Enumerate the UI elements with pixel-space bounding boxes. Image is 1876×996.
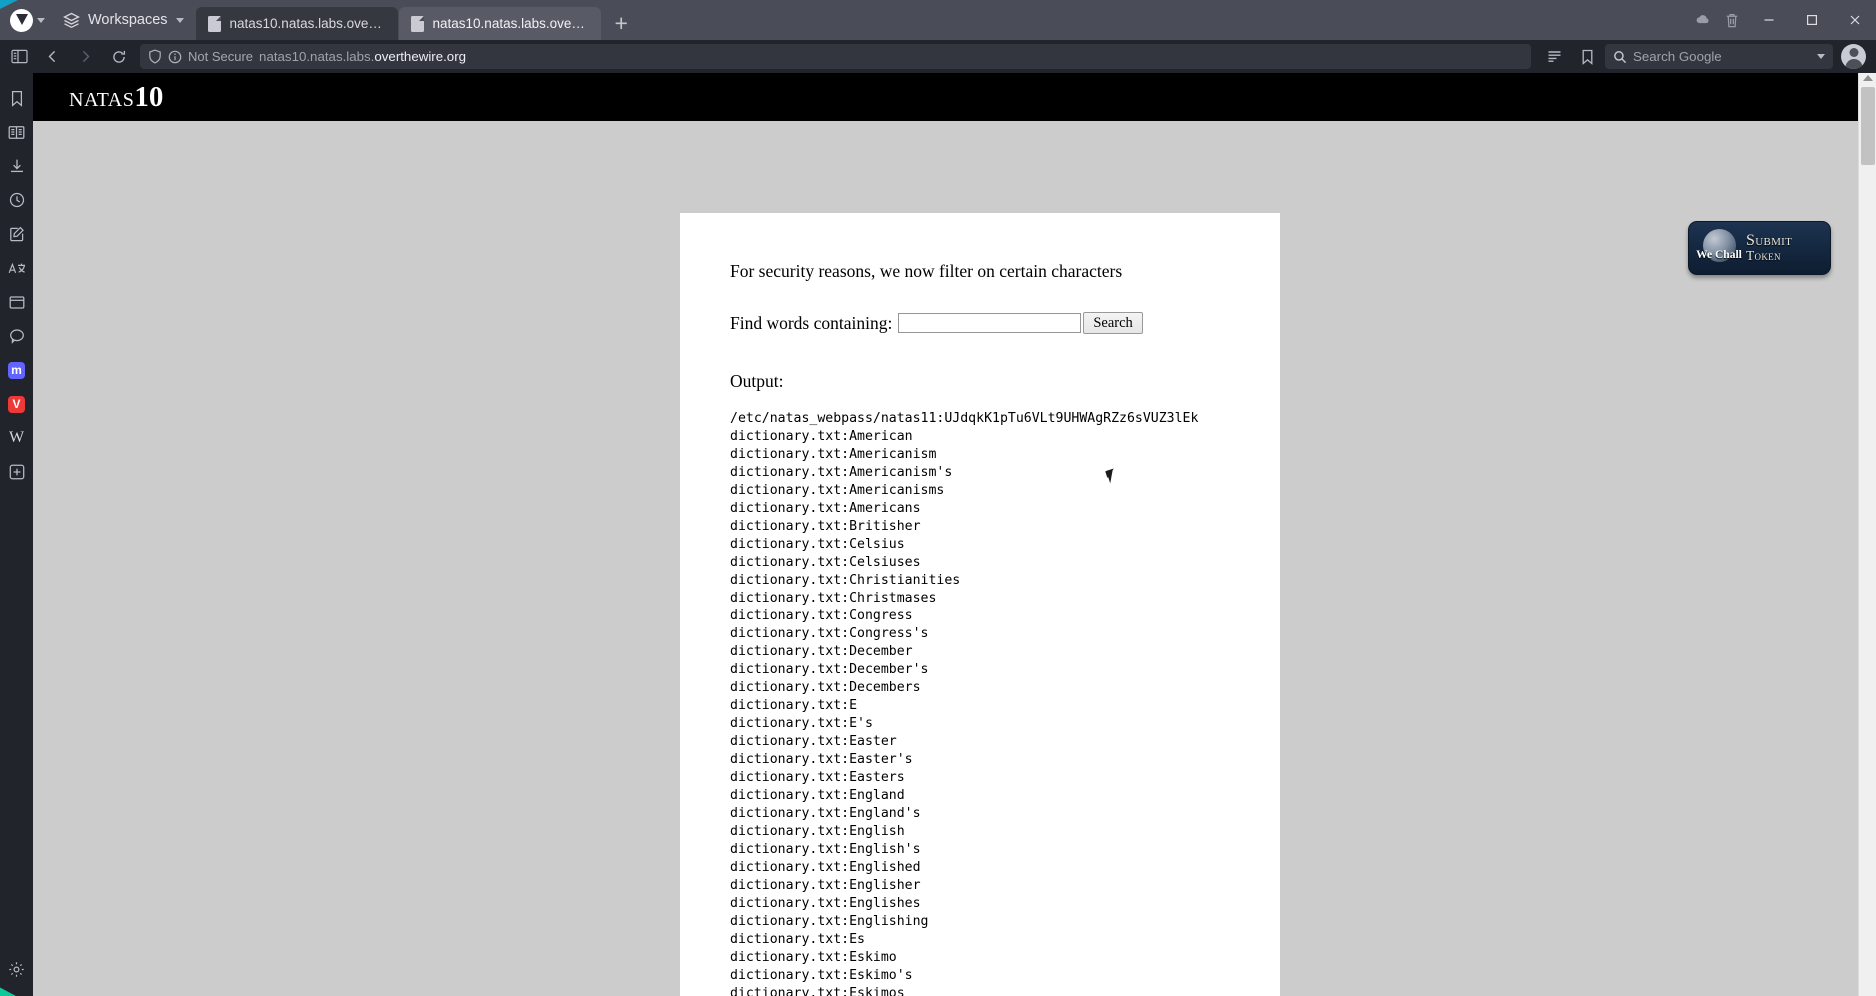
avatar[interactable] [1841, 44, 1866, 69]
sidebar-item-notes[interactable] [0, 217, 33, 251]
url-bar[interactable]: Not Secure natas10.natas.labs.overthewir… [140, 44, 1531, 69]
output-label: Output: [730, 371, 784, 391]
page-icon [410, 15, 424, 32]
page-viewport: NATAS10 For security reasons, we now fil… [33, 73, 1876, 996]
submit-token-line2: Token [1746, 248, 1781, 264]
bookmark-icon [10, 90, 24, 107]
sidebar-item-bookmarks[interactable] [0, 81, 33, 115]
chevron-down-icon[interactable] [1817, 54, 1825, 59]
book-icon [8, 125, 25, 140]
tab-0[interactable]: natas10.natas.labs.overthew [195, 7, 398, 40]
security-status: Not Secure [188, 49, 254, 64]
sidebar-item-translate[interactable] [0, 251, 33, 285]
window-controls [1687, 0, 1876, 40]
sidebar-item-add-web-panel[interactable] [0, 455, 33, 489]
search-form: Find words containing: Search [730, 312, 1230, 334]
vivaldi-icon: V [8, 395, 25, 413]
bookmark-icon[interactable] [1572, 43, 1603, 70]
reload-button[interactable] [103, 43, 134, 70]
sidebar-item-reading-list[interactable] [0, 115, 33, 149]
wikipedia-icon: W [8, 429, 25, 446]
settings-button[interactable] [0, 952, 33, 986]
workspaces-label: Workspaces [88, 12, 168, 28]
site-brand: NATAS [69, 88, 135, 111]
sidebar-item-feeds[interactable] [0, 319, 33, 353]
clock-icon [9, 192, 25, 208]
site-header: NATAS10 [33, 73, 1876, 121]
scroll-up-arrow-icon[interactable] [1862, 75, 1873, 81]
chevron-down-icon [175, 17, 184, 23]
page-scrollbar[interactable] [1858, 73, 1876, 996]
browser-body: m V W NATAS10 For security reasons, we n… [0, 73, 1876, 996]
submit-token-line1: Submit [1746, 232, 1793, 250]
reader-view-icon[interactable] [1539, 43, 1570, 70]
security-notice: For security reasons, we now filter on c… [730, 261, 1123, 281]
mastodon-icon: m [8, 361, 25, 379]
tab-1[interactable]: natas10.natas.labs.overt… [398, 7, 601, 40]
scrollbar-thumb[interactable] [1861, 87, 1875, 165]
tab-strip: Workspaces natas10.natas.labs.overthew n… [0, 0, 1876, 40]
download-icon [9, 158, 25, 174]
site-level: 10 [134, 80, 164, 113]
close-button[interactable] [1833, 0, 1876, 40]
cloud-sync-icon[interactable] [1687, 0, 1717, 40]
layers-icon [63, 12, 80, 29]
globe-icon: We Chall [1696, 228, 1742, 268]
trash-icon[interactable] [1717, 0, 1747, 40]
tab-list: natas10.natas.labs.overthew natas10.nata… [195, 0, 601, 40]
submit-token-button[interactable]: We Chall Submit Token [1688, 221, 1831, 275]
new-tab-button[interactable]: + [601, 7, 642, 40]
maximize-button[interactable] [1790, 0, 1833, 40]
sidebar-item-vivaldi-community[interactable]: V [0, 387, 33, 421]
chevron-down-icon [37, 17, 45, 23]
output-listing: /etc/natas_webpass/natas11:UJdqkK1pTu6VL… [730, 411, 1199, 996]
browser-window: Workspaces natas10.natas.labs.overthew n… [0, 0, 1876, 996]
submit-token-label: Submit Token [1746, 232, 1792, 264]
page-title: NATAS10 [69, 81, 163, 114]
page-icon [207, 15, 221, 32]
info-circle-icon[interactable] [168, 50, 182, 64]
sidebar-item-wikipedia[interactable]: W [0, 421, 33, 455]
translate-icon [8, 261, 26, 276]
content-card: For security reasons, we now filter on c… [680, 213, 1280, 996]
find-words-input[interactable] [898, 313, 1082, 333]
address-toolbar: Not Secure natas10.natas.labs.overthewir… [0, 40, 1876, 73]
sidebar-item-mastodon[interactable]: m [0, 353, 33, 387]
plus-icon [9, 464, 25, 480]
find-words-label: Find words containing: [730, 312, 893, 333]
tab-title: natas10.natas.labs.overt… [432, 16, 589, 31]
note-edit-icon [9, 226, 25, 242]
search-input[interactable]: Search Google [1605, 44, 1833, 69]
gear-icon [8, 961, 25, 978]
url-text: natas10.natas.labs.overthewire.org [259, 49, 467, 64]
side-panel: m V W [0, 73, 33, 996]
minimize-button[interactable] [1747, 0, 1790, 40]
search-placeholder: Search Google [1633, 49, 1722, 64]
search-submit-button[interactable]: Search [1083, 312, 1143, 334]
panel-toggle-icon[interactable] [4, 43, 35, 70]
workspaces-button[interactable]: Workspaces [51, 0, 196, 40]
forward-button[interactable] [70, 43, 101, 70]
shield-icon [148, 49, 162, 64]
vivaldi-menu-button[interactable] [6, 0, 51, 40]
sidebar-item-downloads[interactable] [0, 149, 33, 183]
sidebar-item-window-panel[interactable] [0, 285, 33, 319]
window-icon [9, 295, 25, 310]
tab-title: natas10.natas.labs.overthew [229, 16, 386, 31]
chat-bubble-icon [9, 328, 25, 344]
wechall-brand: We Chall [1696, 249, 1742, 261]
sidebar-item-history[interactable] [0, 183, 33, 217]
vivaldi-logo-icon [10, 8, 33, 32]
back-button[interactable] [37, 43, 68, 70]
search-icon [1613, 50, 1627, 64]
